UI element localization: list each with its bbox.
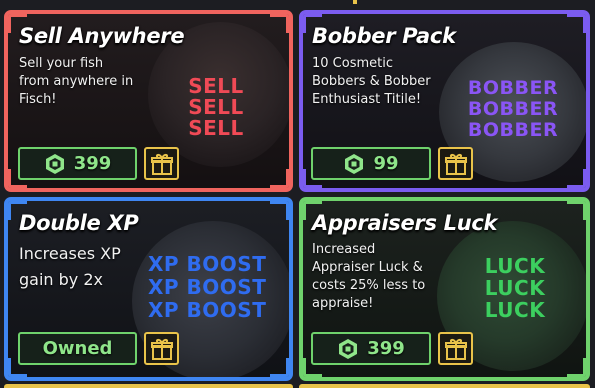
- gift-icon: [444, 338, 467, 360]
- robux-icon: [343, 153, 365, 175]
- art-word: LUCK: [484, 276, 546, 300]
- top-indicator: [353, 0, 357, 4]
- bobber-artwork-text: BOBBER BOBBER BOBBER: [461, 78, 565, 141]
- buy-price-button[interactable]: 399: [18, 147, 137, 180]
- card-description: Sell your fish from anywhere in Fisch!: [19, 56, 134, 107]
- art-word: LUCK: [484, 254, 546, 278]
- robux-icon: [44, 153, 66, 175]
- sell-artwork-text: SELL SELL SELL: [180, 76, 252, 139]
- art-word: BOBBER: [467, 119, 559, 141]
- art-word: XP BOOST: [148, 252, 267, 276]
- art-word: SELL: [188, 116, 244, 140]
- gamepass-card-double-xp[interactable]: XP BOOST XP BOOST XP BOOST Double XP Inc…: [4, 197, 293, 381]
- xp-boost-artwork-text: XP BOOST XP BOOST XP BOOST: [148, 252, 289, 322]
- art-word: BOBBER: [467, 98, 559, 120]
- owned-label: Owned: [42, 338, 113, 359]
- buy-price-button[interactable]: 99: [311, 147, 431, 180]
- gift-button[interactable]: [438, 332, 473, 365]
- gamepass-card-bobber-pack[interactable]: BOBBER BOBBER BOBBER Bobber Pack 10 Cosm…: [299, 10, 590, 192]
- art-word: XP BOOST: [148, 298, 267, 322]
- price-amount: 99: [373, 153, 399, 174]
- gift-button[interactable]: [144, 332, 179, 365]
- art-word: SELL: [188, 74, 244, 98]
- gift-button[interactable]: [438, 147, 473, 180]
- gift-icon: [150, 338, 173, 360]
- card-title: Appraisers Luck: [312, 211, 498, 235]
- price-amount: 399: [367, 338, 405, 359]
- art-word: XP BOOST: [148, 275, 267, 299]
- robux-icon: [337, 338, 359, 360]
- card-title: Sell Anywhere: [19, 24, 185, 48]
- card-title: Double XP: [19, 211, 139, 235]
- art-word: LUCK: [484, 298, 546, 322]
- gift-icon: [444, 153, 467, 175]
- card-description: 10 Cosmetic Bobbers & Bobber Enthusiast …: [312, 56, 431, 107]
- gamepass-shop: SELL SELL SELL Sell Anywhere Sell your f…: [0, 0, 595, 388]
- gamepass-card-appraisers-luck[interactable]: LUCK LUCK LUCK Appraisers Luck Increased…: [299, 197, 590, 381]
- owned-status-button: Owned: [18, 332, 137, 365]
- luck-artwork-text: LUCK LUCK LUCK: [475, 255, 555, 321]
- card-description: Increased Appraiser Luck & costs 25% les…: [312, 242, 426, 311]
- card-title: Bobber Pack: [312, 24, 456, 48]
- gift-button[interactable]: [144, 147, 179, 180]
- art-word: BOBBER: [467, 77, 559, 99]
- buy-price-button[interactable]: 399: [311, 332, 431, 365]
- next-row-card-edge: [299, 384, 590, 388]
- gift-icon: [150, 153, 173, 175]
- card-description: Increases XP gain by 2x: [19, 244, 121, 289]
- price-amount: 399: [73, 153, 112, 174]
- next-row-card-edge: [4, 384, 293, 388]
- gamepass-card-sell-anywhere[interactable]: SELL SELL SELL Sell Anywhere Sell your f…: [4, 10, 293, 192]
- art-word: SELL: [188, 95, 244, 119]
